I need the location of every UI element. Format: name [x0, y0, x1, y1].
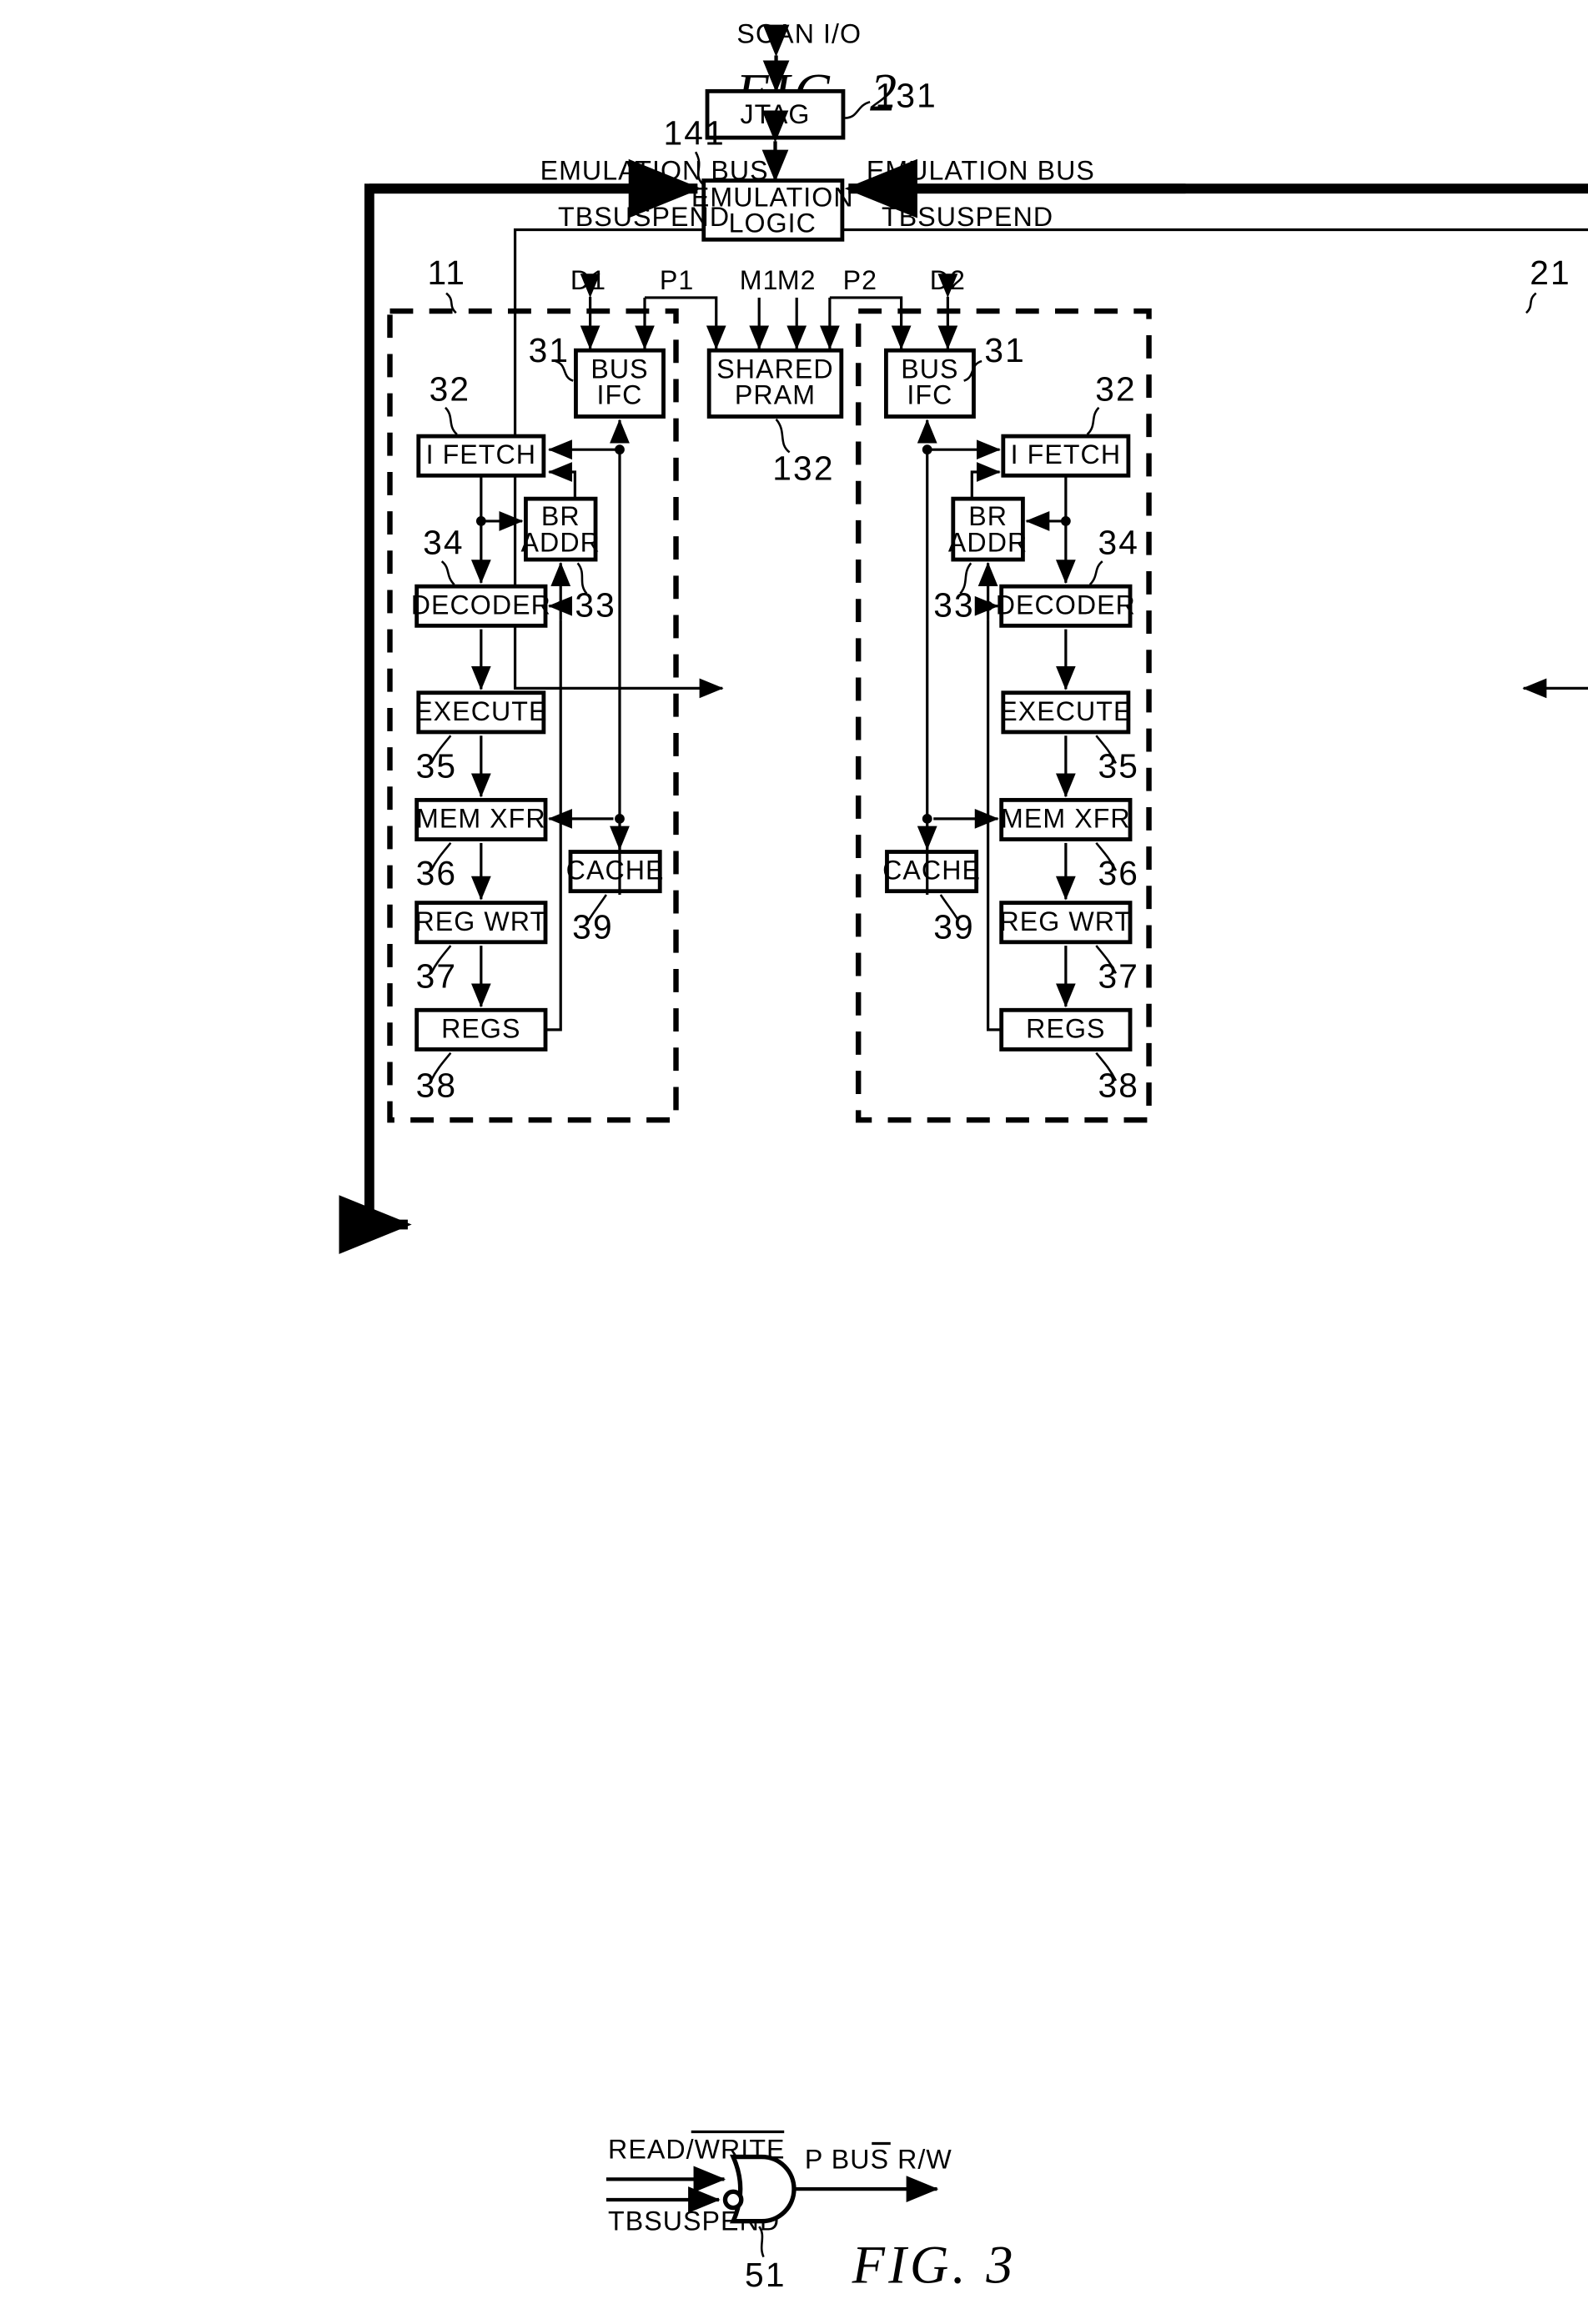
numeral-34-left: 34: [423, 524, 465, 562]
numeral-36-right: 36: [1098, 854, 1139, 892]
signal-m2-label: M2: [777, 265, 817, 295]
signal-p2-label: P2: [843, 265, 877, 295]
reg-wrt-right-label: REG WRT: [1000, 906, 1133, 936]
numeral-33-left: 33: [575, 586, 616, 625]
jtag-label: JTAG: [740, 99, 810, 129]
cache-right-label: CACHE: [882, 856, 981, 886]
numeral-36-left: 36: [416, 854, 458, 892]
numeral-37-left: 37: [416, 957, 458, 996]
numeral-37-right: 37: [1098, 957, 1139, 996]
cache-left-label: CACHE: [566, 856, 665, 886]
junction-dot: [922, 444, 932, 455]
numeral-32-right: 32: [1095, 369, 1137, 408]
numeral-39-left: 39: [572, 908, 614, 946]
junction-dot: [555, 600, 566, 611]
tbsuspend-right-label: TBSUSPEND: [882, 202, 1053, 232]
decoder-right-label: DECODER: [996, 590, 1136, 620]
numeral-35-right: 35: [1098, 747, 1139, 786]
mem-xfr-left-label: MEM XFR: [416, 804, 546, 834]
emulation-logic-label-2: LOGIC: [729, 208, 817, 238]
numeral-132: 132: [772, 449, 834, 488]
inverting-bubble-icon: [722, 2189, 744, 2211]
numeral-39-right: 39: [933, 908, 975, 946]
signal-d2-label: D2: [930, 265, 966, 295]
i-fetch-right-label: I FETCH: [1011, 439, 1122, 469]
logic-gate-51[interactable]: [729, 2154, 797, 2224]
signal-m1-label: M1: [740, 265, 779, 295]
emulation-bus-right-label: EMULATION BUS: [867, 155, 1095, 185]
numeral-31-left: 31: [529, 331, 570, 369]
emulation-bus-left-label: EMULATION BUS: [540, 155, 769, 185]
regs-left-label: REGS: [441, 1013, 520, 1043]
junction-dot: [475, 516, 486, 526]
numeral-31-right: 31: [984, 331, 1026, 369]
numeral-34-right: 34: [1098, 524, 1139, 562]
figure-3-title: FIG. 3: [852, 2235, 1017, 2294]
i-fetch-left-label: I FETCH: [426, 439, 536, 469]
numeral-38-left: 38: [416, 1066, 458, 1104]
numeral-33-right: 33: [933, 586, 975, 625]
regs-right-label: REGS: [1026, 1013, 1105, 1043]
decoder-left-label: DECODER: [411, 590, 551, 620]
numeral-21: 21: [1530, 253, 1571, 292]
bus-ifc-left-label-2: IFC: [596, 379, 642, 409]
junction-dot: [615, 813, 625, 824]
numeral-131: 131: [876, 77, 937, 115]
br-addr-left-label-2: ADDR: [521, 527, 601, 557]
shared-pram-label-2: PRAM: [735, 379, 816, 409]
p-bus-rw-output-label: P BUS R/W: [805, 2144, 952, 2174]
signal-p1-label: P1: [660, 265, 694, 295]
junction-dot: [615, 444, 625, 455]
junction-dot: [922, 813, 932, 824]
numeral-141: 141: [663, 114, 725, 153]
reg-wrt-left-label: REG WRT: [415, 906, 547, 936]
execute-left-label: EXECUTE: [415, 696, 547, 726]
numeral-32-left: 32: [430, 369, 471, 408]
scan-io-label: SCAN I/O: [736, 18, 862, 48]
junction-dot: [1060, 516, 1071, 526]
numeral-11: 11: [428, 253, 467, 292]
numeral-51: 51: [745, 2256, 786, 2294]
tbsuspend-left-label: TBSUSPEND: [558, 202, 730, 232]
mem-xfr-right-label: MEM XFR: [1001, 804, 1131, 834]
signal-d1-label: D1: [570, 265, 606, 295]
bus-ifc-right-label-2: IFC: [907, 379, 952, 409]
br-addr-right-label-2: ADDR: [948, 527, 1028, 557]
execute-right-label: EXECUTE: [999, 696, 1132, 726]
patent-drawing-sheet: FIG. 2 SCAN I/O JTAG 131 141 EMULATION L…: [0, 0, 1588, 2324]
numeral-38-right: 38: [1098, 1066, 1139, 1104]
junction-dot: [982, 600, 993, 611]
numeral-35-left: 35: [416, 747, 458, 786]
